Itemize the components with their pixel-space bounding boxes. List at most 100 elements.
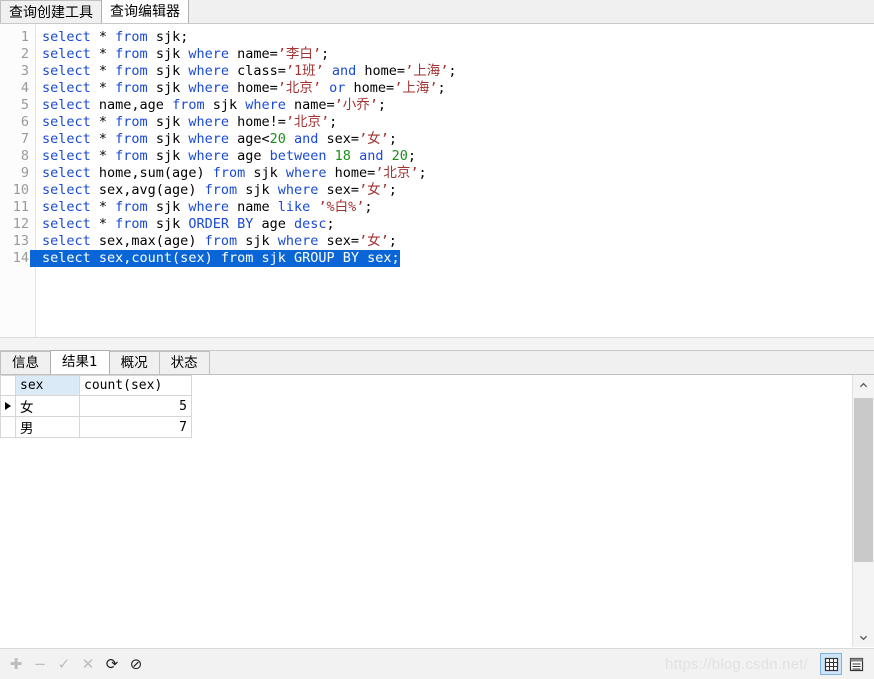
form-icon [849,657,863,671]
table-row[interactable]: 男7 [0,416,192,438]
code-token-op: sex= [318,182,360,198]
row-indicator [0,395,16,417]
sql-editor[interactable]: 1 select * from sjk; 2 select * from sjk wh… [0,24,874,337]
add-record-icon: ✚ [9,655,23,673]
code-text[interactable]: select sex,avg(age) from sjk where sex=’… [30,182,397,199]
line-number: 2 [20,46,29,62]
line-number: 8 [20,148,29,164]
code-text[interactable]: select * from sjk where name like ’%白%’; [30,199,373,216]
code-token-op: ; [326,216,335,232]
code-token-kw: where [277,233,319,249]
cancel-icon: ✕ [81,655,95,673]
code-line[interactable]: 2 select * from sjk where name=’李白’; [0,46,874,63]
code-token-kw: like [277,199,311,215]
column-header-sex[interactable]: sex [15,375,80,396]
code-line[interactable]: 4 select * from sjk where home=’北京’ or ho… [0,80,874,97]
table-row[interactable]: 女5 [0,395,192,417]
code-line[interactable]: 5 select name,age from sjk where name=’小乔… [0,97,874,114]
code-token-op: ; [407,148,416,164]
code-token-str: ’女’ [359,182,389,198]
code-token-op [286,131,294,147]
row-indicator [0,416,16,438]
scroll-up-button[interactable] [853,375,874,395]
code-token-kw: between [269,148,327,164]
code-text[interactable]: select * from sjk where name=’李白’; [30,46,329,63]
code-token-kw: and [294,131,319,147]
code-line[interactable]: 11 select * from sjk where name like ’%白%… [0,199,874,216]
code-text[interactable]: select sex,count(sex) from sjk GROUP BY … [30,250,400,267]
code-text[interactable]: select * from sjk where age between 18 a… [30,148,416,165]
code-text[interactable]: select * from sjk ORDER BY age desc; [30,216,335,233]
code-text[interactable]: select home,sum(age) from sjk where home… [30,165,427,182]
result-tab-label: 结果1 [62,354,98,370]
code-token-op: age [228,148,270,164]
cell-count[interactable]: 7 [79,416,192,438]
code-token-op: * [90,63,116,79]
code-token-op: home= [228,80,278,96]
code-line[interactable]: 12 select * from sjk ORDER BY age desc; [0,216,874,233]
grid-view-button[interactable] [820,653,842,675]
result-tab-1[interactable]: 结果1 [50,350,110,374]
view-mode-buttons [820,653,874,675]
code-line[interactable]: 14 select sex,count(sex) from sjk GROUP B… [0,250,874,267]
code-text[interactable]: select * from sjk where home=’北京’ or hom… [30,80,446,97]
code-token-kw: select [42,29,91,45]
code-token-kw: select [42,233,91,249]
line-number: 3 [20,63,29,79]
code-token-str: ’女’ [359,233,389,249]
code-token-kw: where [188,63,229,79]
code-token-op: ; [388,182,397,198]
code-token-op: ; [329,114,338,130]
result-tab-2[interactable]: 概况 [108,351,160,374]
code-text[interactable]: select * from sjk where class=’1班’ and h… [30,63,456,80]
code-token-kw: select [42,216,91,232]
code-line[interactable]: 3 select * from sjk where class=’1班’ and … [0,63,874,80]
code-text[interactable]: select * from sjk; [30,29,188,46]
result-grid[interactable]: sex count(sex) 女5男7 [0,375,192,438]
code-line[interactable]: 9 select home,sum(age) from sjk where hom… [0,165,874,182]
result-grid-header-row: sex count(sex) [0,375,192,396]
code-line[interactable]: 1 select * from sjk; [0,29,874,46]
refresh-icon[interactable]: ⟳ [102,654,122,674]
column-header-count[interactable]: count(sex) [79,375,192,396]
cell-sex[interactable]: 男 [15,416,80,438]
cell-sex[interactable]: 女 [15,395,80,417]
form-view-button[interactable] [845,653,867,675]
code-line[interactable]: 13 select sex,max(age) from sjk where sex… [0,233,874,250]
result-grid-area[interactable]: sex count(sex) 女5男7 [0,375,852,647]
tab-query-editor[interactable]: 查询编辑器 [101,0,189,23]
code-lines[interactable]: 1 select * from sjk; 2 select * from sjk wh… [0,29,874,267]
code-token-kw: from [212,165,246,181]
code-text[interactable]: select * from sjk where home!=’北京’; [30,114,337,131]
stop-icon[interactable]: ⊘ [126,654,146,674]
scroll-down-button[interactable] [853,627,874,647]
code-token-str: ’北京’ [277,80,322,96]
code-token-op: home!= [228,114,286,130]
cell-count[interactable]: 5 [79,395,192,417]
result-tab-label: 概况 [120,355,148,371]
code-token-str: ’%白%’ [318,199,365,215]
results-vertical-scrollbar[interactable] [852,375,874,647]
editor-results-splitter[interactable] [0,337,874,351]
top-tabstrip: 查询创建工具 查询编辑器 [0,0,874,24]
code-token-kw: select [42,80,91,96]
line-number: 13 [12,233,29,249]
code-line[interactable]: 8 select * from sjk where age between 18 … [0,148,874,165]
result-tab-0[interactable]: 信息 [0,351,51,374]
code-token-op: name= [228,46,278,62]
code-token-kw: where [188,80,229,96]
code-token-kw: select [42,165,91,181]
result-tab-3[interactable]: 状态 [158,351,210,374]
code-text[interactable]: select name,age from sjk where name=’小乔’… [30,97,386,114]
tab-query-builder[interactable]: 查询创建工具 [0,0,102,23]
code-line[interactable]: 10 select sex,avg(age) from sjk where sex… [0,182,874,199]
code-token-op: ; [448,63,457,79]
code-text[interactable]: select * from sjk where age<20 and sex=’… [30,131,397,148]
code-token-kw: from [220,250,254,266]
code-line[interactable]: 6 select * from sjk where home!=’北京’; [0,114,874,131]
line-number: 7 [20,131,29,147]
scrollbar-thumb[interactable] [854,398,873,562]
code-text[interactable]: select sex,max(age) from sjk where sex=’… [30,233,397,250]
code-line[interactable]: 7 select * from sjk where age<20 and sex=… [0,131,874,148]
code-token-kw: and [331,63,357,79]
